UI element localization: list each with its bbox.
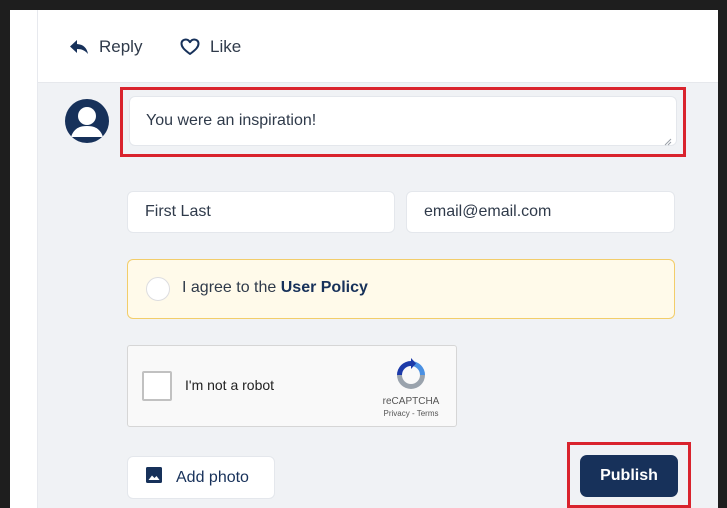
email-placeholder: email@email.com	[424, 203, 552, 220]
recaptcha-links: Privacy - Terms	[368, 409, 454, 418]
comment-form: You were an inspiration! First Last emai…	[38, 83, 718, 508]
window-frame-left	[0, 0, 10, 508]
like-label: Like	[210, 37, 242, 56]
reply-button[interactable]: Reply	[69, 36, 142, 58]
recaptcha-checkbox[interactable]	[142, 371, 172, 401]
email-field[interactable]: email@email.com	[406, 191, 675, 233]
comment-highlight-box: You were an inspiration!	[120, 87, 686, 157]
window-frame-top	[0, 0, 727, 10]
recaptcha-widget: I'm not a robot reCAPTCHA Privacy - Term…	[127, 345, 457, 427]
policy-agree-text: I agree to the	[182, 279, 281, 296]
user-policy-link[interactable]: User Policy	[281, 279, 368, 296]
name-placeholder: First Last	[145, 203, 211, 220]
post-actions-bar: Reply Like	[38, 10, 718, 83]
comment-panel: Reply Like You were an inspiration! Firs…	[37, 10, 718, 508]
user-avatar-icon	[65, 99, 109, 143]
heart-outline-icon	[180, 38, 200, 56]
reply-label: Reply	[99, 37, 143, 56]
recaptcha-privacy-link[interactable]: Privacy	[384, 409, 410, 418]
resize-grip-icon[interactable]	[664, 133, 672, 146]
recaptcha-terms-link[interactable]: Terms	[417, 409, 439, 418]
comment-text: You were an inspiration!	[146, 112, 317, 129]
policy-label: I agree to the User Policy	[182, 279, 368, 297]
user-policy-consent: I agree to the User Policy	[127, 259, 675, 319]
page-margin	[10, 10, 37, 508]
reply-arrow-icon	[69, 39, 89, 55]
add-photo-button[interactable]: Add photo	[127, 456, 275, 499]
recaptcha-brand: reCAPTCHA	[382, 396, 440, 407]
comment-textarea[interactable]: You were an inspiration!	[129, 96, 677, 146]
policy-checkbox[interactable]	[146, 277, 170, 301]
add-photo-label: Add photo	[176, 468, 249, 486]
recaptcha-label: I'm not a robot	[185, 377, 275, 393]
recaptcha-link-separator: -	[409, 409, 417, 418]
publish-highlight-box: Publish	[567, 442, 691, 508]
recaptcha-logo-icon	[394, 358, 428, 392]
image-icon	[146, 467, 162, 488]
name-field[interactable]: First Last	[127, 191, 395, 233]
window-frame-right	[717, 0, 727, 508]
like-button[interactable]: Like	[180, 36, 241, 58]
publish-button[interactable]: Publish	[580, 455, 678, 497]
